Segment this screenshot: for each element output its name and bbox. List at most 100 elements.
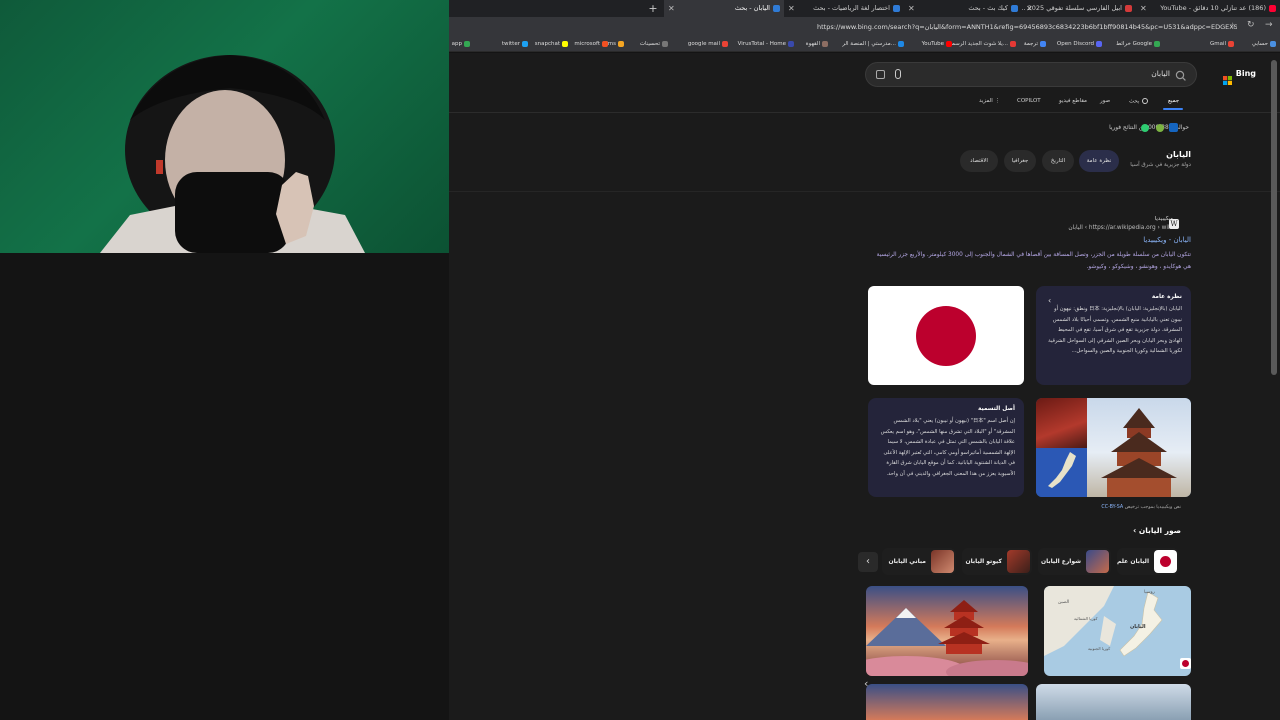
close-icon[interactable]: ✕: [788, 0, 795, 17]
close-icon[interactable]: ✕: [668, 0, 675, 17]
translate-icon[interactable]: [1169, 123, 1178, 132]
pill-geography[interactable]: جغرافيا: [1004, 150, 1036, 172]
image-result-pagoda-2[interactable]: [866, 684, 1028, 720]
overview-card: نظرة عامة اليابان (بالإنجليزية: اليابان)…: [1036, 286, 1191, 385]
bookmark-label: app: [451, 41, 462, 47]
bing-favicon-icon: [1011, 5, 1018, 12]
tab-kick-search[interactable]: ✕ كيك بث - بحث: [904, 0, 1022, 17]
bookmark-item[interactable]: lms: [606, 37, 624, 52]
image-chip-kyoto[interactable]: كيوتو اليابان: [962, 548, 1032, 575]
image-chip-buildings[interactable]: مباني اليابان: [882, 548, 956, 575]
wikipedia-w-icon: W: [1169, 219, 1179, 229]
image-chip-flag[interactable]: اليابان علم: [1117, 548, 1179, 575]
tab-all[interactable]: جميع: [1168, 98, 1179, 104]
close-icon[interactable]: ✕: [1026, 0, 1033, 17]
discord-icon: [1096, 40, 1102, 47]
visual-search-icon[interactable]: [876, 70, 885, 79]
bookmark-item[interactable]: تحسينات: [640, 37, 668, 52]
map-label-south-korea: كوريا الجنوبية: [1088, 646, 1111, 651]
map-label-china: الصين: [1058, 600, 1070, 605]
tab-search[interactable]: بحث: [1129, 98, 1149, 105]
address-bar: https://www.bing.com/search?q=اليابان&fo…: [449, 17, 1280, 37]
tab-videos[interactable]: مقاطع فيديو: [1059, 98, 1087, 104]
pill-economy[interactable]: الاقتصاد: [960, 150, 998, 172]
tab-ebil-farsi[interactable]: ✕ ابيل الفارسي سلسلة تفوقي 2025 ...: [1022, 0, 1136, 17]
bookmark-favicon-icon: [1270, 40, 1276, 47]
chip-thumbnail: [1007, 550, 1030, 573]
new-tab-button[interactable]: +: [646, 0, 660, 17]
japan-island-shape: [1048, 452, 1076, 488]
bookmark-label: تحسينات: [639, 41, 660, 47]
bookmark-item[interactable]: القهوة: [806, 37, 828, 52]
tab-math-search[interactable]: ✕ اختصار لغة الرياضيات - بحث: [784, 0, 904, 17]
chevron-left-icon[interactable]: ‹: [1048, 296, 1051, 305]
microphone-icon[interactable]: [895, 69, 901, 79]
bookmark-item[interactable]: ترجمة: [1024, 37, 1046, 52]
tab-more[interactable]: المزيد ⋮: [979, 98, 1000, 104]
tab-youtube-countdown[interactable]: ✕ (186) عد تنازلي 10 دقائق - YouTube: [1136, 0, 1280, 17]
bookmark-item[interactable]: snapchat: [535, 37, 568, 52]
document-favicon-icon: [1125, 5, 1132, 12]
bookmark-item[interactable]: microsoft: [574, 37, 608, 52]
image-result-map[interactable]: روسيا الصين اليابان كوريا الشمالية كوريا…: [1044, 586, 1191, 676]
bookmark-item[interactable]: مدرستي | المنصة الر...: [842, 37, 904, 52]
license-note: نص ويكيبيديا بموجب ترخيص CC-BY-SA: [1009, 505, 1181, 510]
japan-flag-image[interactable]: [868, 286, 1024, 385]
image-result-pagoda-fuji[interactable]: [866, 586, 1028, 676]
image-result-tower[interactable]: [1036, 684, 1191, 720]
bookmark-item[interactable]: YouTube: [922, 37, 952, 52]
bookmark-favicon-icon: [618, 40, 624, 47]
pill-label: نظرة عامة: [1086, 158, 1112, 164]
close-icon[interactable]: ✕: [908, 0, 915, 17]
bookmark-item[interactable]: Open Discord: [1057, 37, 1102, 52]
reload-icon[interactable]: ↻: [1247, 20, 1255, 30]
tab-label: صور: [1100, 98, 1111, 104]
wiki-source-url[interactable]: https://ar.wikipedia.org › wiki › اليابا…: [869, 225, 1173, 231]
japan-collage-image[interactable]: [1036, 398, 1191, 497]
chips-scroll-left-button[interactable]: ‹: [858, 552, 878, 572]
bing-wordmark: Bing: [1235, 69, 1256, 78]
bookmark-item[interactable]: VirusTotal - Home: [738, 37, 794, 52]
pill-overview[interactable]: نظرة عامة: [1079, 150, 1119, 172]
bookmark-label: google mail: [687, 41, 720, 47]
naming-heading: أصل التسمية: [978, 406, 1015, 412]
tab-images[interactable]: صور: [1100, 98, 1110, 104]
bookmark-label: القهوة: [805, 41, 820, 47]
bookmark-item[interactable]: google mail: [688, 37, 728, 52]
search-box[interactable]: اليابان: [865, 62, 1197, 87]
bookmark-item[interactable]: خرائط Google: [1116, 37, 1160, 52]
chip-thumbnail: [1086, 550, 1109, 573]
bookmarks-bar: حسابي Gmail خرائط Google Open Discord تر…: [449, 37, 1280, 52]
bookmark-item[interactable]: twitter: [502, 37, 528, 52]
bookmark-label: YouTube: [921, 41, 944, 47]
star-icon[interactable]: ☆: [1229, 21, 1236, 30]
flag-red-disc: [916, 306, 976, 366]
tab-label: المزيد: [979, 98, 993, 104]
license-text: نص ويكيبيديا بموجب ترخيص: [1124, 505, 1181, 510]
tab-title: اليابان - بحث: [734, 4, 770, 12]
microsoft-icon: [602, 40, 608, 47]
bookmark-item[interactable]: Gmail: [1210, 37, 1234, 52]
tab-copilot[interactable]: COPILOT: [1017, 98, 1041, 104]
pill-label: التاريخ: [1050, 158, 1066, 164]
tab-japan-search[interactable]: ✕ اليابان - بحث: [664, 0, 784, 17]
divider: [449, 191, 1280, 192]
url-input[interactable]: https://www.bing.com/search?q=اليابان&fo…: [817, 20, 1237, 34]
license-link[interactable]: CC-BY-SA: [1101, 505, 1123, 510]
image-chip-streets[interactable]: شوارع اليابان: [1038, 548, 1111, 575]
status-circle-icon: [1141, 124, 1149, 132]
search-icon[interactable]: [1174, 68, 1188, 82]
bookmark-item[interactable]: يلا شوت الجديد الرسمي...: [947, 37, 1016, 52]
images-section-heading[interactable]: صور اليابان ›: [1069, 526, 1181, 535]
close-icon[interactable]: ✕: [1140, 0, 1147, 17]
bookmark-item[interactable]: app: [452, 37, 470, 52]
wiki-source-name: ويكيبيديا: [1154, 216, 1173, 222]
search-input[interactable]: اليابان: [1151, 69, 1170, 78]
back-arrow-icon[interactable]: →: [1265, 20, 1273, 30]
pill-history[interactable]: التاريخ: [1042, 150, 1074, 172]
bing-logo[interactable]: Bing: [1200, 69, 1260, 85]
wiki-title-link[interactable]: اليابان - ويكيبيديا: [869, 236, 1191, 244]
bookmark-item[interactable]: حسابي: [1252, 37, 1276, 52]
page-scrollbar[interactable]: [1271, 60, 1277, 375]
map-label-japan: اليابان: [1130, 624, 1146, 630]
